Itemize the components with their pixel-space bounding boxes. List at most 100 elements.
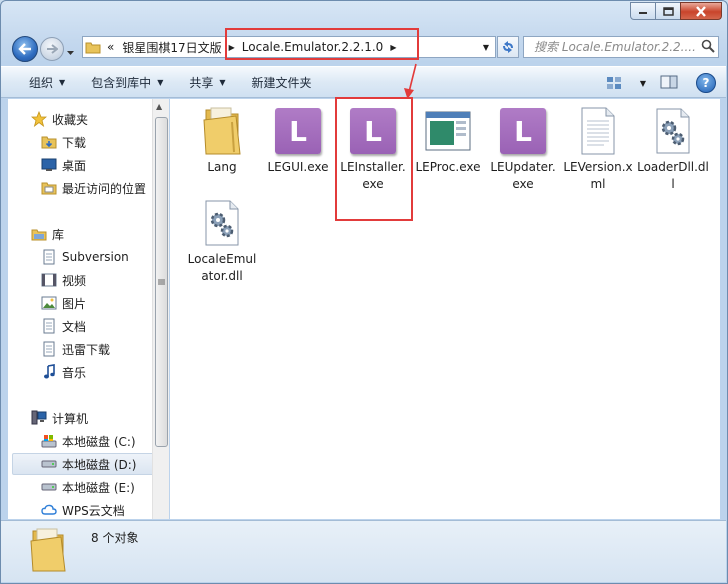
library-document-icon — [40, 249, 58, 265]
locale-emulator-icon: L — [275, 108, 321, 154]
minimize-icon — [639, 12, 647, 14]
caption-buttons — [630, 2, 722, 20]
new-folder-button[interactable]: 新建文件夹 — [244, 70, 320, 94]
nav-item-pictures[interactable]: 图片 — [40, 292, 86, 314]
breadcrumb-segment-parent[interactable]: 银星围棋17日文版 — [118, 37, 225, 57]
file-name: LEProc.exe — [415, 160, 481, 174]
share-label: 共享 — [189, 75, 214, 90]
refresh-button[interactable] — [497, 36, 519, 58]
file-name: LEGUI.exe — [267, 160, 329, 174]
forward-button[interactable] — [40, 37, 64, 61]
chevron-down-icon: ▼ — [157, 77, 164, 87]
address-dropdown-icon[interactable]: ▼ — [477, 37, 495, 57]
include-library-button[interactable]: 包含到库中 ▼ — [83, 70, 171, 94]
search-icon[interactable] — [701, 39, 715, 56]
download-folder-icon — [40, 134, 58, 150]
close-icon — [696, 5, 706, 17]
file-item-leversion[interactable]: LEVersion.xml — [562, 105, 634, 193]
cloud-icon — [40, 502, 58, 518]
text-document-icon — [572, 105, 624, 157]
file-item-leproc[interactable]: LEProc.exe — [412, 105, 484, 176]
nav-item-drive-c[interactable]: 本地磁盘 (C:) — [40, 430, 136, 452]
file-item-loaderdll[interactable]: LoaderDll.dll — [637, 105, 709, 193]
search-box[interactable] — [523, 36, 719, 58]
nav-item-computer[interactable]: 计算机 — [30, 407, 88, 429]
toolbar-right: ▼ ? — [602, 71, 716, 95]
nav-label: 视频 — [62, 273, 87, 288]
nav-label: 收藏夹 — [52, 112, 89, 127]
view-options-dropdown[interactable]: ▼ — [640, 79, 646, 88]
preview-pane-button[interactable] — [660, 75, 678, 92]
new-folder-label: 新建文件夹 — [251, 75, 312, 90]
nav-item-videos[interactable]: 视频 — [40, 269, 86, 291]
address-overflow[interactable]: « — [103, 37, 118, 57]
nav-item-documents[interactable]: 文档 — [40, 315, 86, 337]
navigation-pane: 收藏夹 下载 桌面 最近访问的位置 库 Subversion 视频 图片 文档 … — [8, 99, 168, 519]
music-note-icon — [40, 364, 58, 380]
dll-gear-icon — [196, 197, 248, 249]
back-button[interactable] — [12, 36, 38, 62]
organize-label: 组织 — [29, 75, 54, 90]
recent-pages-dropdown[interactable] — [66, 45, 75, 59]
minimize-button[interactable] — [630, 2, 656, 20]
nav-item-desktop[interactable]: 桌面 — [40, 154, 86, 176]
nav-item-recent[interactable]: 最近访问的位置 — [40, 177, 146, 199]
nav-item-music[interactable]: 音乐 — [40, 361, 86, 383]
chevron-down-icon: ▼ — [59, 77, 66, 87]
nav-item-libraries[interactable]: 库 — [30, 223, 64, 245]
file-item-legui[interactable]: L LEGUI.exe — [262, 105, 334, 176]
nav-scrollbar[interactable]: ▲ — [152, 99, 169, 519]
library-icon — [30, 226, 48, 242]
file-item-leupdater[interactable]: L LEUpdater.exe — [487, 105, 559, 193]
nav-label: 计算机 — [52, 411, 89, 426]
nav-item-drive-d[interactable]: 本地磁盘 (D:) — [12, 453, 159, 475]
nav-item-favorites[interactable]: 收藏夹 — [30, 108, 88, 130]
help-button[interactable]: ? — [696, 73, 716, 93]
file-name: LEUpdater.exe — [490, 160, 556, 191]
view-grid-icon — [606, 77, 621, 89]
nav-label: 本地磁盘 (C:) — [62, 434, 136, 449]
file-name: LoaderDll.dll — [637, 160, 709, 191]
desktop-icon — [40, 157, 58, 173]
preview-pane-icon — [660, 75, 678, 88]
share-button[interactable]: 共享 ▼ — [181, 70, 233, 94]
file-name: Lang — [207, 160, 237, 174]
scroll-thumb[interactable] — [155, 117, 168, 447]
address-highlight-box — [225, 28, 419, 60]
nav-item-downloads[interactable]: 下载 — [40, 131, 86, 153]
maximize-button[interactable] — [655, 2, 681, 20]
nav-label: 本地磁盘 (D:) — [62, 457, 137, 472]
command-bar: 组织 ▼ 包含到库中 ▼ 共享 ▼ 新建文件夹 ▼ ? — [1, 66, 726, 98]
recent-places-icon — [40, 180, 58, 196]
organize-button[interactable]: 组织 ▼ — [21, 70, 73, 94]
refresh-icon — [503, 41, 513, 53]
nav-label: 最近访问的位置 — [62, 181, 147, 196]
star-icon — [30, 111, 48, 127]
include-library-label: 包含到库中 — [91, 75, 152, 90]
folder-icon — [83, 37, 103, 57]
nav-item-subversion[interactable]: Subversion — [40, 246, 129, 268]
file-item-lang[interactable]: Lang — [186, 105, 258, 176]
back-arrow-icon — [18, 43, 31, 55]
nav-label: WPS云文档 — [62, 503, 125, 518]
library-document-icon — [40, 341, 58, 357]
search-input[interactable] — [534, 40, 699, 54]
file-name: LEVersion.xml — [563, 160, 633, 191]
nav-item-drive-e[interactable]: 本地磁盘 (E:) — [40, 476, 135, 498]
change-view-button[interactable] — [602, 71, 626, 95]
nav-label: 本地磁盘 (E:) — [62, 480, 135, 495]
forward-arrow-icon — [47, 44, 58, 54]
nav-item-wps[interactable]: WPS云文档 — [40, 499, 125, 519]
nav-label: 桌面 — [62, 158, 87, 173]
nav-label: 文档 — [62, 319, 87, 334]
picture-icon — [40, 295, 58, 311]
file-list: Lang L LEGUI.exe L LEInstaller.exe LEPro… — [170, 99, 720, 519]
locale-emulator-icon: L — [500, 108, 546, 154]
file-name: LocaleEmulator.dll — [187, 252, 257, 283]
nav-item-xunlei[interactable]: 迅雷下载 — [40, 338, 110, 360]
hard-drive-icon — [40, 479, 58, 495]
item-count: 8 个对象 — [91, 531, 139, 545]
close-button[interactable] — [680, 2, 722, 20]
scroll-up-icon[interactable]: ▲ — [156, 102, 162, 111]
file-item-localeemulator[interactable]: LocaleEmulator.dll — [186, 197, 258, 285]
